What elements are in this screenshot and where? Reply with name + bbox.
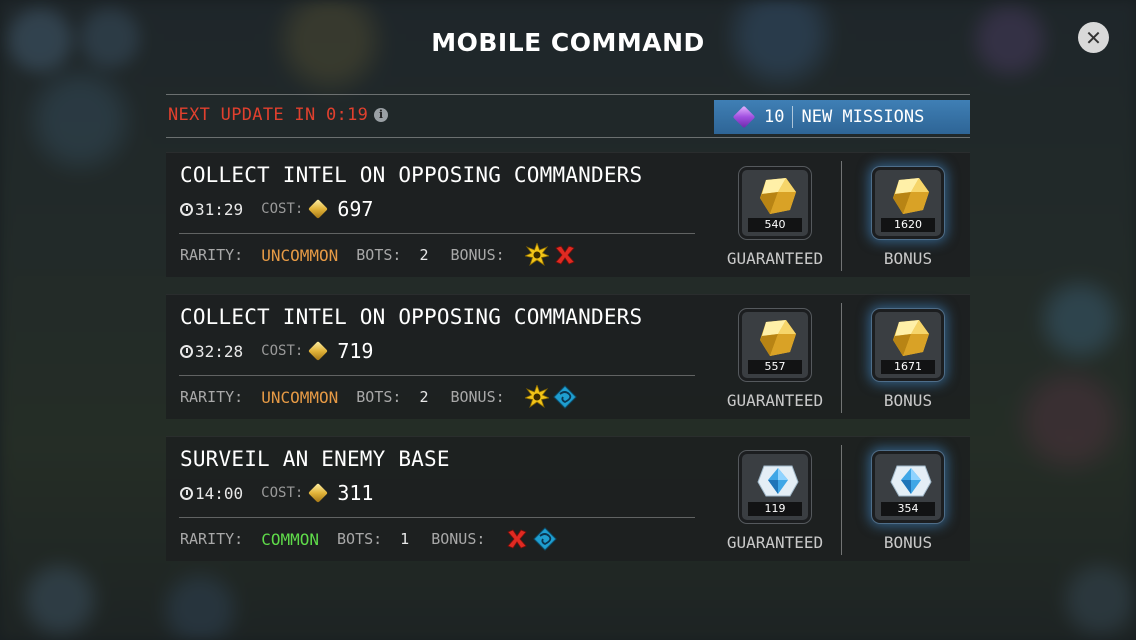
explosion-icon (523, 383, 550, 409)
bonus-reward-label: BONUS (883, 533, 933, 552)
mission-meta-row: RARITY: UNCOMMON BOTS: 2 BONUS: (180, 383, 581, 409)
gold-icon (308, 341, 329, 361)
next-update-timer: NEXT UPDATE IN 0:19 i (168, 105, 389, 125)
divider (179, 375, 695, 376)
guaranteed-label: GUARANTEED (726, 391, 824, 410)
gold-icon (308, 483, 329, 503)
explosion-icon (523, 241, 550, 267)
bonus-reward[interactable]: 354 (872, 451, 944, 523)
cost-label: COST: (261, 343, 304, 359)
bonus-label: BONUS: (450, 388, 505, 406)
mission-meta-row: RARITY: UNCOMMON BOTS: 2 BONUS: (180, 241, 581, 267)
bonus-label: BONUS: (450, 246, 505, 264)
bots-value: 2 (419, 246, 429, 264)
rarity-value: COMMON (261, 529, 320, 549)
mission-time: 32:28 (195, 341, 244, 361)
red-x-icon (553, 243, 577, 267)
guaranteed-label: GUARANTEED (726, 533, 824, 552)
mission-card[interactable]: COLLECT INTEL ON OPPOSING COMMANDERS 32:… (166, 294, 970, 419)
close-icon: ✕ (1085, 25, 1102, 50)
cost-label: COST: (261, 201, 304, 217)
divider (841, 445, 842, 555)
blue-shield-icon (552, 385, 577, 409)
mission-card[interactable]: COLLECT INTEL ON OPPOSING COMMANDERS 31:… (166, 152, 970, 277)
bots-value: 1 (400, 530, 410, 548)
divider (841, 303, 842, 413)
mission-card[interactable]: SURVEIL AN ENEMY BASE 14:00 COST: 311 RA… (166, 436, 970, 561)
mission-meta-row: RARITY: COMMON BOTS: 1 BONUS: (180, 527, 561, 551)
next-update-text: NEXT UPDATE IN 0:19 (168, 105, 369, 125)
divider (841, 161, 842, 271)
rarity-label: RARITY: (180, 388, 244, 406)
guaranteed-reward[interactable]: 119 (739, 451, 811, 523)
timer-icon (180, 344, 193, 358)
timer-icon (180, 202, 193, 216)
timer-icon (180, 486, 193, 500)
page-title: MOBILE COMMAND (431, 28, 705, 57)
rarity-label: RARITY: (180, 530, 244, 548)
divider (179, 233, 695, 234)
blue-shield-icon (533, 527, 558, 551)
mission-title: COLLECT INTEL ON OPPOSING COMMANDERS (180, 163, 643, 187)
cost-label: COST: (261, 485, 304, 501)
reward-quantity: 119 (748, 502, 802, 516)
reward-quantity: 1620 (881, 218, 935, 232)
mission-info-row: 14:00 COST: 311 (180, 481, 373, 505)
red-x-icon (505, 527, 529, 551)
info-icon[interactable]: i (374, 108, 389, 122)
mission-cost: 697 (337, 197, 374, 221)
rarity-value: UNCOMMON (261, 245, 339, 265)
close-button[interactable]: ✕ (1078, 22, 1109, 53)
rarity-label: RARITY: (180, 246, 244, 264)
bots-value: 2 (419, 388, 429, 406)
bonus-reward[interactable]: 1671 (872, 309, 944, 381)
mission-cost: 311 (337, 481, 374, 505)
bonus-reward[interactable]: 1620 (872, 167, 944, 239)
mission-time: 14:00 (195, 483, 244, 503)
mission-title: COLLECT INTEL ON OPPOSING COMMANDERS (180, 305, 643, 329)
bonus-label: BONUS: (431, 530, 486, 548)
purple-cube-icon (732, 105, 756, 129)
divider (792, 106, 794, 128)
guaranteed-label: GUARANTEED (726, 249, 824, 268)
guaranteed-reward[interactable]: 557 (739, 309, 811, 381)
mission-cost: 719 (337, 339, 374, 363)
reward-quantity: 354 (881, 502, 935, 516)
reward-quantity: 557 (748, 360, 802, 374)
reward-quantity: 540 (748, 218, 802, 232)
divider (179, 517, 695, 518)
mission-title: SURVEIL AN ENEMY BASE (180, 447, 450, 471)
mission-topbar: NEXT UPDATE IN 0:19 i 10 NEW MISSIONS (166, 94, 970, 138)
mission-info-row: 31:29 COST: 697 (180, 197, 373, 221)
rarity-value: UNCOMMON (261, 387, 339, 407)
mission-time: 31:29 (195, 199, 244, 219)
bots-label: BOTS: (356, 388, 402, 406)
new-missions-label: NEW MISSIONS (801, 107, 925, 127)
new-missions-button[interactable]: 10 NEW MISSIONS (714, 100, 970, 134)
new-missions-count: 10 (764, 107, 785, 127)
bonus-reward-label: BONUS (883, 391, 933, 410)
guaranteed-reward[interactable]: 540 (739, 167, 811, 239)
gold-icon (308, 199, 329, 219)
reward-quantity: 1671 (881, 360, 935, 374)
mission-info-row: 32:28 COST: 719 (180, 339, 373, 363)
bonus-reward-label: BONUS (883, 249, 933, 268)
bots-label: BOTS: (337, 530, 383, 548)
bots-label: BOTS: (356, 246, 402, 264)
